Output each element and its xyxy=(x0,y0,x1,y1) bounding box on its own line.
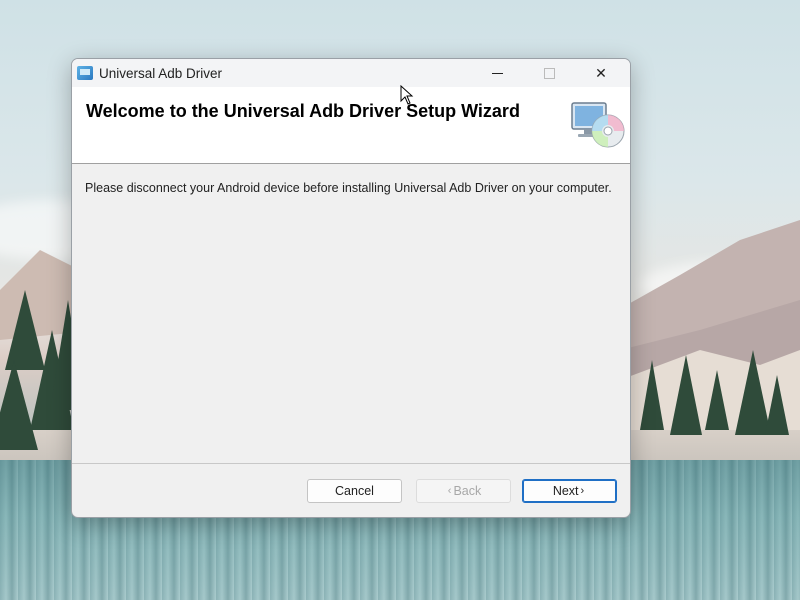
window-title: Universal Adb Driver xyxy=(99,65,223,81)
cancel-button[interactable]: Cancel xyxy=(307,479,402,503)
title-bar[interactable]: Universal Adb Driver ✕ xyxy=(72,59,630,87)
disconnect-device-message: Please disconnect your Android device be… xyxy=(85,181,612,195)
minimize-icon xyxy=(491,72,503,74)
footer-divider xyxy=(72,463,630,464)
close-button[interactable]: ✕ xyxy=(578,59,624,87)
next-button-label: Next xyxy=(552,484,579,498)
installer-app-icon xyxy=(77,66,93,80)
back-button-label: Back xyxy=(453,484,482,498)
wallpaper-tree xyxy=(705,370,729,430)
wallpaper-tree xyxy=(640,360,664,430)
minimize-button[interactable] xyxy=(474,59,520,87)
next-button[interactable]: Next › xyxy=(522,479,617,503)
maximize-button xyxy=(526,59,572,87)
desktop-wallpaper: Universal Adb Driver ✕ Welcome to the Un… xyxy=(0,0,800,600)
mouse-cursor-icon xyxy=(400,85,414,105)
maximize-icon xyxy=(543,67,555,79)
wizard-heading: Welcome to the Universal Adb Driver Setu… xyxy=(86,101,520,121)
wallpaper-tree xyxy=(0,360,38,450)
wallpaper-tree xyxy=(765,375,789,435)
computer-disc-icon xyxy=(571,102,625,148)
chevron-left-icon: ‹ xyxy=(447,485,452,497)
wallpaper-tree xyxy=(670,355,702,435)
back-button: ‹ Back xyxy=(416,479,511,503)
cancel-button-label: Cancel xyxy=(335,484,374,498)
chevron-right-icon: › xyxy=(580,485,585,497)
setup-wizard-window: Universal Adb Driver ✕ Welcome to the Un… xyxy=(71,58,631,518)
close-icon: ✕ xyxy=(595,64,607,81)
wizard-banner: Welcome to the Universal Adb Driver Setu… xyxy=(72,87,630,164)
